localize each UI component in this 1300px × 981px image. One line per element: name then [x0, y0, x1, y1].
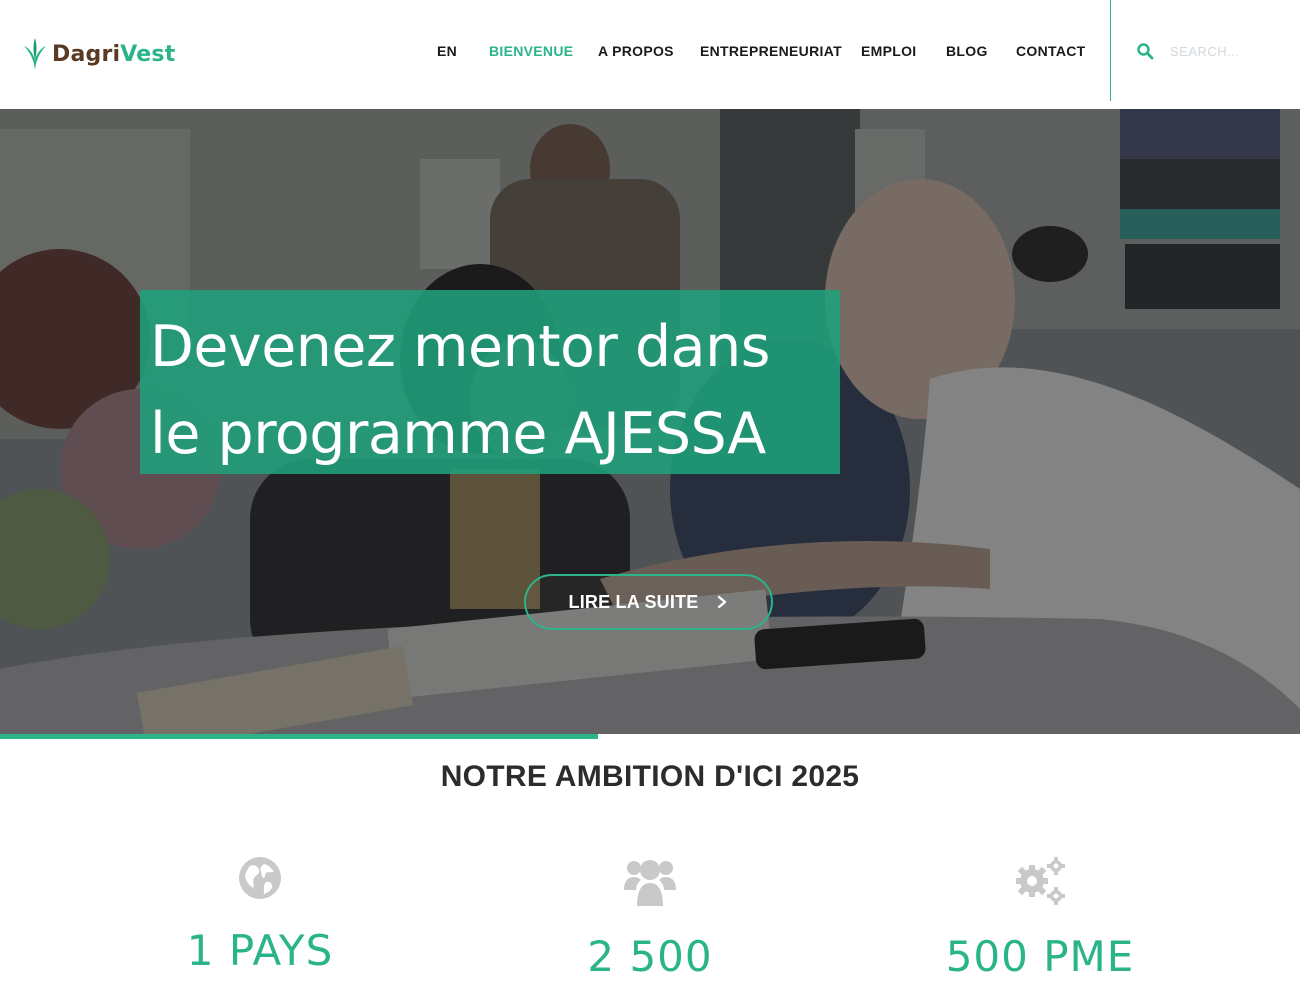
headline-banner: Devenez mentor dans le programme AJESSA: [140, 290, 840, 474]
slider-progress-fill: [0, 734, 598, 739]
site-header: DagriVest EN BIENVENUE A PROPOS ENTREPRE…: [0, 0, 1300, 109]
stat-value: 2 500: [587, 932, 713, 981]
search-input[interactable]: [1168, 42, 1282, 60]
hero-slider: Devenez mentor dans le programme AJESSA …: [0, 109, 1300, 739]
header-divider: [1110, 0, 1111, 101]
nav-item-contact[interactable]: CONTACT: [1016, 43, 1086, 59]
globe-icon: [239, 857, 281, 899]
hero-headline: Devenez mentor dans le programme AJESSA: [150, 314, 770, 467]
nav-item-bienvenue[interactable]: BIENVENUE: [489, 43, 573, 59]
search-box: [1136, 42, 1282, 60]
slider-progress: [0, 734, 1300, 739]
read-more-button[interactable]: LIRE LA SUITE: [524, 574, 773, 630]
nav-item-emploi[interactable]: EMPLOI: [861, 43, 916, 59]
nav-item-a-propos[interactable]: A PROPOS: [598, 43, 674, 59]
nav-item-en[interactable]: EN: [437, 43, 457, 59]
read-more-label: LIRE LA SUITE: [568, 591, 699, 612]
stat-countries: 1 PAYS: [110, 856, 410, 975]
stat-value: 1 PAYS: [186, 926, 334, 975]
gears-icon: [1016, 857, 1065, 905]
ambition-title: NOTRE AMBITION D'ICI 2025: [440, 760, 860, 793]
nav-item-blog[interactable]: BLOG: [946, 43, 988, 59]
nav-item-entrepreneuriat[interactable]: ENTREPRENEURIAT: [700, 43, 842, 59]
chevron-right-icon: [718, 595, 727, 609]
main-nav: EN BIENVENUE A PROPOS ENTREPRENEURIAT EM…: [0, 43, 1300, 63]
search-icon[interactable]: [1136, 42, 1154, 60]
stat-value: 500 PME: [945, 932, 1135, 981]
stat-people: 2 500: [500, 856, 800, 981]
stat-sme: 500 PME: [890, 856, 1190, 981]
users-icon: [624, 860, 676, 906]
